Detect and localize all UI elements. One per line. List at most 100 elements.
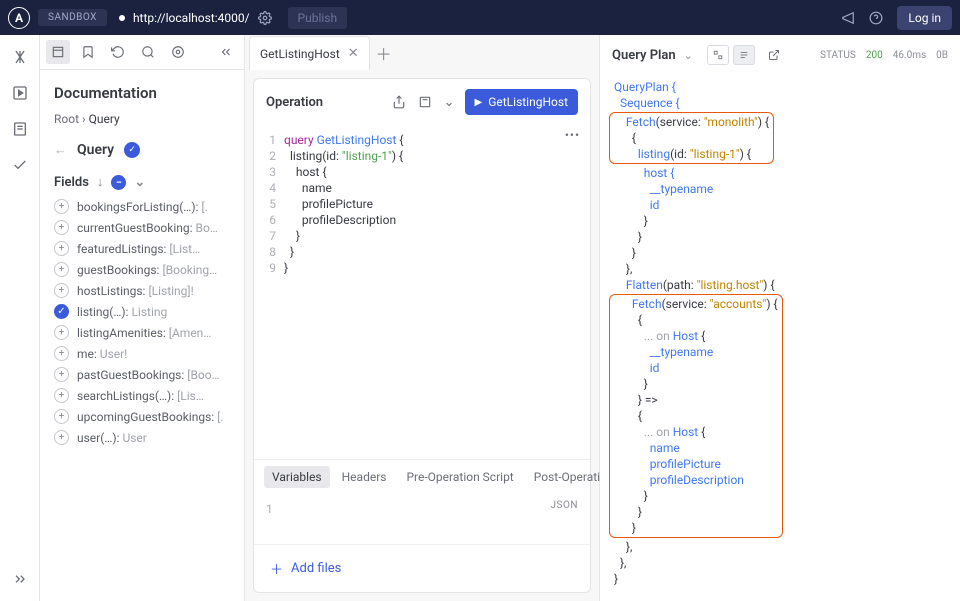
play-icon: ▶ [475,97,483,108]
response-time: 46.0ms [893,50,926,61]
add-files-button[interactable]: ＋Add files [270,559,574,578]
schema-icon[interactable] [12,121,28,137]
field-row[interactable]: + featuredListings: [List… [50,238,234,259]
query-plan-panel: Query Plan ⌄ STATUS 200 46.0ms 0B QueryP… [600,35,960,601]
plus-icon: ＋ [270,559,283,578]
gear-icon[interactable] [258,11,272,25]
field-name: hostListings: [Listing]! [77,284,194,298]
doc-title: Documentation [40,70,244,112]
field-row[interactable]: + listingAmenities: [Amen… [50,322,234,343]
share-icon[interactable] [390,93,408,111]
plus-icon[interactable]: + [54,283,69,298]
plus-icon[interactable]: + [54,346,69,361]
back-arrow-icon[interactable]: ← [54,142,67,158]
field-name: guestBookings: [Booking… [77,263,217,277]
field-name: featuredListings: [List… [77,242,200,256]
run-icon[interactable] [12,85,28,101]
editor-tabs: GetListingHost ✕ ＋ [245,35,599,70]
plus-icon[interactable]: + [54,430,69,445]
login-button[interactable]: Log in [897,6,952,30]
plus-icon[interactable]: + [54,325,69,340]
field-row[interactable]: + searchListings(…): [Lis… [50,385,234,406]
status-label: STATUS [820,50,856,61]
field-row[interactable]: + currentGuestBooking: Bo… [50,217,234,238]
field-name: upcomingGuestBookings: [. [77,410,224,424]
field-row[interactable]: + me: User! [50,343,234,364]
save-icon[interactable] [416,93,434,111]
field-name: listingAmenities: [Amen… [77,326,211,340]
search-icon[interactable] [136,40,160,64]
plus-icon[interactable]: + [54,220,69,235]
editor-menu-icon[interactable]: ••• [565,128,580,142]
run-operation-button[interactable]: ▶GetListingHost [465,89,578,115]
field-name: searchListings(…): [Lis… [77,389,204,403]
field-row[interactable]: ✓ listing(…): Listing [50,301,234,322]
add-tab-button[interactable]: ＋ [370,36,398,70]
url-text: http://localhost:4000/ [133,11,250,25]
tab-headers[interactable]: Headers [334,466,395,488]
type-label: Query [77,142,114,158]
plus-icon[interactable]: + [54,262,69,277]
explorer-icon[interactable] [12,49,28,65]
operation-panel: GetListingHost ✕ ＋ Operation ⌄ ▶GetListi… [245,35,600,601]
breadcrumb[interactable]: Root › Query [40,112,244,136]
nav-rail [0,35,40,601]
chevron-down-icon[interactable]: ⌄ [134,175,145,190]
field-row[interactable]: +user(…): User [50,427,234,448]
check-icon[interactable]: ✓ [54,304,69,319]
field-name: bookingsForListing(…): [. [77,200,208,214]
open-external-icon[interactable] [763,45,785,65]
view-diagram-icon[interactable] [707,45,729,65]
tab-label: GetListingHost [260,47,340,61]
field-name: pastGuestBookings: [Boo… [77,368,220,382]
chevron-down-icon[interactable]: ⌄ [684,49,693,62]
plus-icon[interactable]: + [54,388,69,403]
field-name: listing(…): Listing [77,305,167,319]
collapse-fields-icon[interactable]: − [111,175,126,190]
plus-icon[interactable]: + [54,241,69,256]
plus-icon[interactable]: + [54,199,69,214]
history-icon[interactable] [106,40,130,64]
check-badge-icon: ✓ [124,142,140,158]
help-icon[interactable] [869,11,883,25]
doc-view-icon[interactable] [46,40,70,64]
plus-icon[interactable]: + [54,367,69,382]
field-row[interactable]: + upcomingGuestBookings: [. [50,406,234,427]
bookmark-icon[interactable] [76,40,100,64]
response-size: 0B [936,50,948,61]
fields-label: Fields [54,175,89,190]
collapse-panel-icon[interactable] [214,40,238,64]
field-name: me: User! [77,347,127,361]
megaphone-icon[interactable] [841,11,855,25]
graphql-editor[interactable]: 123456789 query GetListingHost { listing… [254,126,590,459]
sort-icon[interactable]: ↓ [97,174,104,190]
logo[interactable]: A [8,7,30,29]
expand-rail-icon[interactable] [12,571,28,587]
plus-icon[interactable]: + [54,409,69,424]
view-text-icon[interactable] [733,45,755,65]
field-name: currentGuestBooking: Bo… [77,221,218,235]
json-badge: JSON [551,500,578,511]
chevron-down-icon[interactable]: ⌄ [442,93,457,112]
field-row[interactable]: + bookingsForListing(…): [. [50,196,234,217]
publish-button[interactable]: Publish [288,7,348,29]
code-content: query GetListingHost { listing(id: "list… [284,132,590,453]
status-dot-icon [119,15,125,21]
tab-preop[interactable]: Pre-Operation Script [398,466,521,488]
status-code: 200 [866,50,883,61]
query-plan-code[interactable]: QueryPlan { Sequence { Fetch(service: "m… [600,75,960,601]
variables-editor[interactable]: 1 JSON [254,494,590,544]
checks-icon[interactable] [12,157,28,173]
settings-icon[interactable] [166,40,190,64]
tab-variables[interactable]: Variables [264,466,330,488]
field-row[interactable]: + pastGuestBookings: [Boo… [50,364,234,385]
close-icon[interactable]: ✕ [348,46,359,61]
operation-title: Operation [266,95,382,110]
field-row[interactable]: + guestBookings: [Booking… [50,259,234,280]
url-bar[interactable]: http://localhost:4000/ [119,11,250,25]
query-plan-title: Query Plan [612,48,676,63]
tab-getlistinghost[interactable]: GetListingHost ✕ [249,36,370,70]
field-row[interactable]: + hostListings: [Listing]! [50,280,234,301]
documentation-panel: Documentation Root › Query ← Query ✓ Fie… [40,35,245,601]
sandbox-badge: SANDBOX [38,9,107,26]
